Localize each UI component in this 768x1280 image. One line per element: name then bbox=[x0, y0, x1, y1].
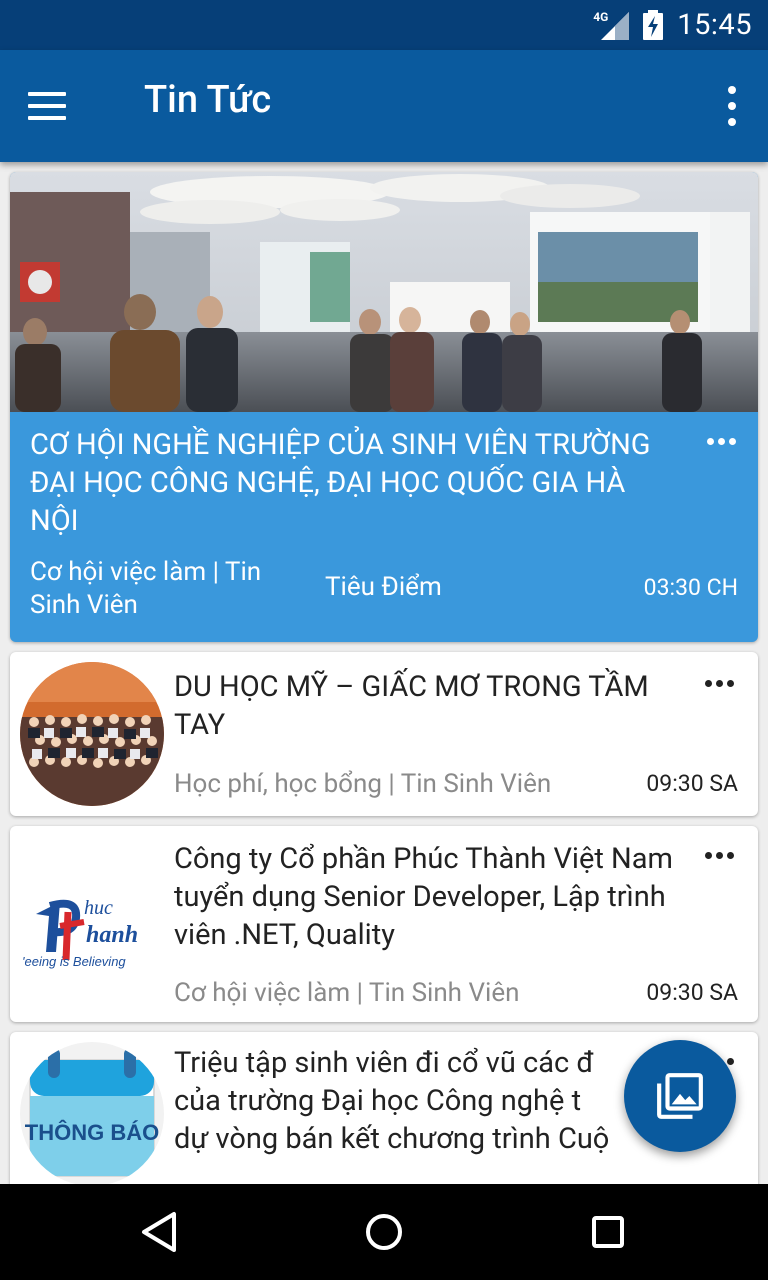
battery-charging-icon bbox=[643, 10, 664, 40]
home-circle-icon[interactable] bbox=[360, 1208, 408, 1256]
featured-time: 03:30 CH bbox=[643, 574, 738, 601]
featured-tag: Tiêu Điểm bbox=[325, 572, 442, 602]
page-title: Tin Tức bbox=[144, 78, 272, 122]
article-card[interactable]: DU HỌC MỸ – GIẤC MƠ TRONG TẦM TAY Học ph… bbox=[10, 652, 758, 816]
back-triangle-icon[interactable] bbox=[136, 1208, 184, 1256]
company-logo: huc hanh 'eeing is Believing bbox=[20, 852, 164, 996]
hamburger-menu-icon[interactable] bbox=[28, 80, 84, 132]
photo-gallery-icon[interactable] bbox=[624, 1040, 736, 1152]
overflow-menu-icon[interactable] bbox=[724, 86, 740, 126]
featured-category: Cơ hội việc làm | Tin Sinh Viên bbox=[30, 557, 262, 620]
article-thumbnail: huc hanh 'eeing is Believing bbox=[20, 852, 164, 996]
article-category: Cơ hội việc làm | Tin Sinh Viên bbox=[174, 978, 520, 1008]
logo-tagline: 'eeing is Believing bbox=[22, 954, 126, 969]
logo-word-1: huc bbox=[84, 897, 113, 919]
article-card[interactable]: huc hanh 'eeing is Believing Công ty Cổ … bbox=[10, 826, 758, 1022]
article-more-options-icon[interactable] bbox=[705, 852, 734, 859]
signal-icon: 4G bbox=[593, 10, 630, 40]
article-thumbnail bbox=[20, 662, 164, 806]
article-title: DU HỌC MỸ – GIẤC MƠ TRONG TẦM TAY bbox=[174, 670, 649, 742]
article-title: Công ty Cổ phần Phúc Thành Việt Nam tuyể… bbox=[174, 842, 673, 952]
thumb-label: THÔNG BÁO bbox=[25, 1120, 159, 1145]
app-bar: Tin Tức bbox=[0, 50, 768, 162]
featured-image bbox=[10, 172, 758, 412]
article-time: 09:30 SA bbox=[646, 770, 738, 797]
featured-headline: CƠ HỘI NGHỀ NGHIỆP CỦA SINH VIÊN TRƯỜNG … bbox=[30, 428, 651, 538]
logo-word-2: hanh bbox=[86, 922, 138, 948]
navigation-bar bbox=[0, 1184, 768, 1280]
status-bar: 4G 15:45 bbox=[0, 0, 768, 50]
article-time: 09:30 SA bbox=[646, 979, 738, 1006]
recents-square-icon[interactable] bbox=[584, 1208, 632, 1256]
article-more-options-icon[interactable] bbox=[705, 680, 734, 687]
article-category: Học phí, học bổng | Tin Sinh Viên bbox=[174, 769, 552, 799]
featured-article-card[interactable]: CƠ HỘI NGHỀ NGHIỆP CỦA SINH VIÊN TRƯỜNG … bbox=[10, 172, 758, 642]
featured-more-options-icon[interactable] bbox=[707, 438, 736, 445]
article-thumbnail: THÔNG BÁO bbox=[20, 1042, 164, 1186]
clock: 15:45 bbox=[677, 8, 752, 42]
